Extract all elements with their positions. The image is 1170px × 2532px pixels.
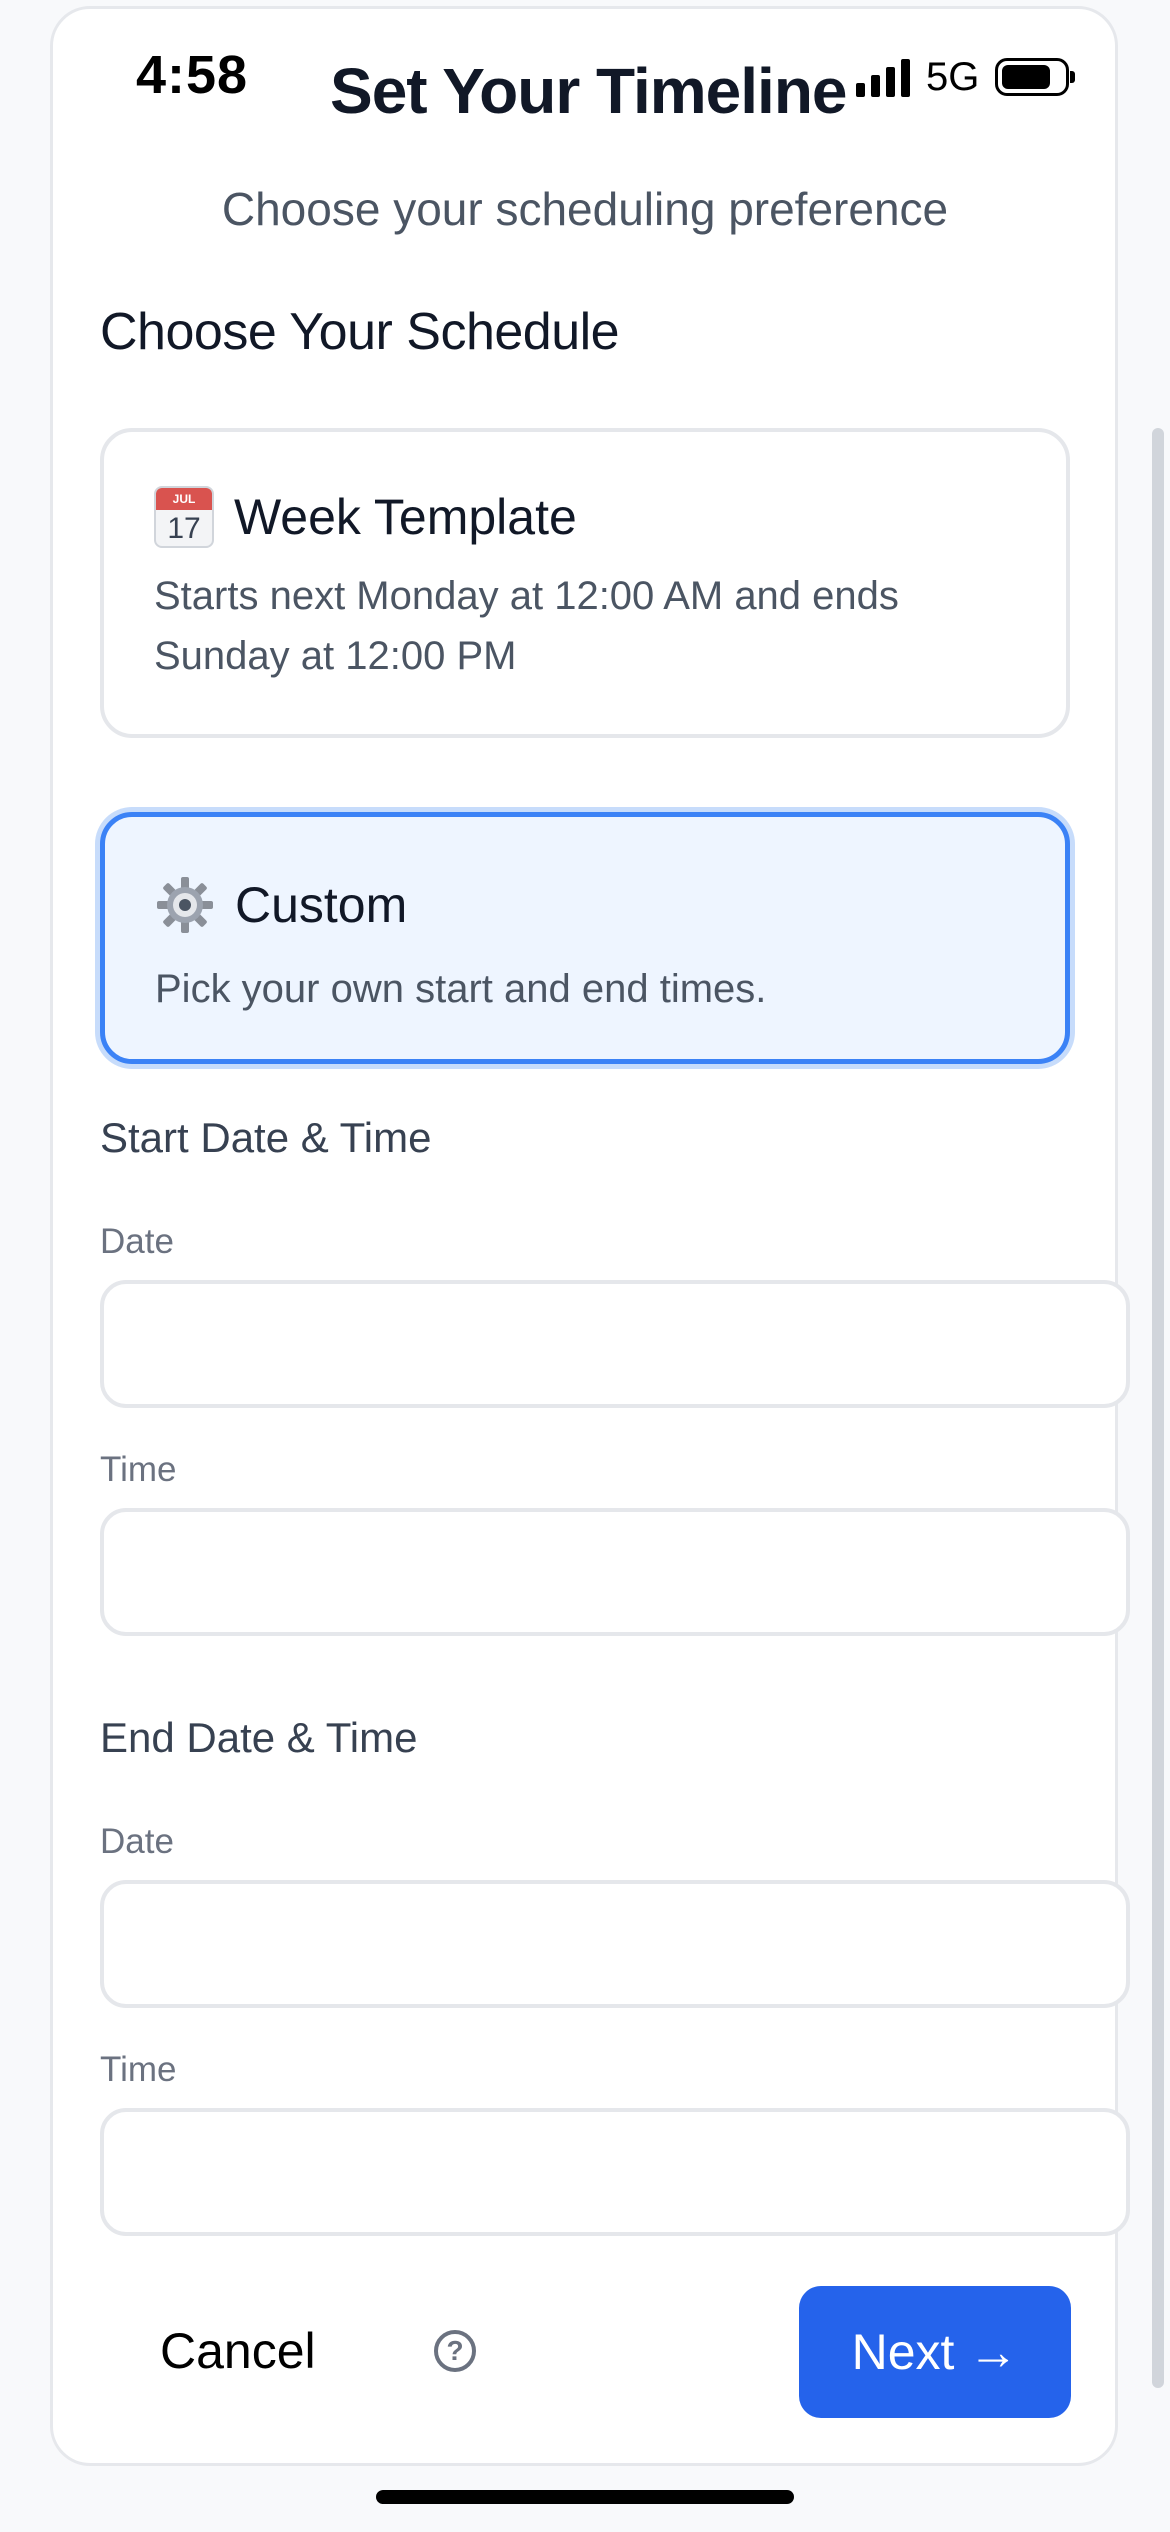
start-date-input[interactable] xyxy=(100,1280,1130,1408)
end-time-label: Time xyxy=(100,2050,177,2089)
calendar-icon-month: JUL xyxy=(156,488,212,510)
custom-option[interactable]: Custom Pick your own start and end times… xyxy=(100,812,1070,1064)
next-button[interactable]: Next → xyxy=(799,2286,1071,2418)
week-template-description: Starts next Monday at 12:00 AM and ends … xyxy=(154,574,899,678)
schedule-heading: Choose Your Schedule xyxy=(100,303,620,361)
status-time: 4:58 xyxy=(136,45,249,105)
week-template-title: Week Template xyxy=(234,489,577,545)
week-template-option[interactable]: JUL 17 Week Template Starts next Monday … xyxy=(100,428,1070,738)
custom-header: Custom xyxy=(155,875,407,935)
page-title: Set Your Timeline xyxy=(330,55,847,127)
end-date-label: Date xyxy=(100,1822,174,1861)
end-datetime-heading: End Date & Time xyxy=(100,1714,418,1761)
question-circle-icon[interactable]: ? xyxy=(434,2330,476,2372)
start-datetime-heading: Start Date & Time xyxy=(100,1114,432,1161)
start-date-label: Date xyxy=(100,1222,174,1261)
network-label: 5G xyxy=(926,54,980,99)
home-indicator[interactable] xyxy=(376,2490,794,2504)
custom-title: Custom xyxy=(235,877,408,933)
start-time-input[interactable] xyxy=(100,1508,1130,1636)
calendar-icon: JUL 17 xyxy=(154,486,214,548)
calendar-icon-day: 17 xyxy=(167,512,201,545)
page-subtitle: Choose your scheduling preference xyxy=(221,183,949,235)
scrollbar[interactable] xyxy=(1152,428,1164,2388)
battery-icon xyxy=(995,58,1076,96)
end-date-input[interactable] xyxy=(100,1880,1130,2008)
start-time-label: Time xyxy=(100,1450,177,1489)
gear-icon xyxy=(155,875,215,935)
timeline-card xyxy=(50,6,1118,2466)
cancel-button[interactable]: Cancel xyxy=(160,2322,316,2380)
week-template-header: JUL 17 Week Template xyxy=(154,486,577,548)
status-icons: 5G xyxy=(856,52,1076,102)
custom-description: Pick your own start and end times. xyxy=(155,967,767,1011)
signal-icon xyxy=(856,57,910,97)
end-time-input[interactable] xyxy=(100,2108,1130,2236)
